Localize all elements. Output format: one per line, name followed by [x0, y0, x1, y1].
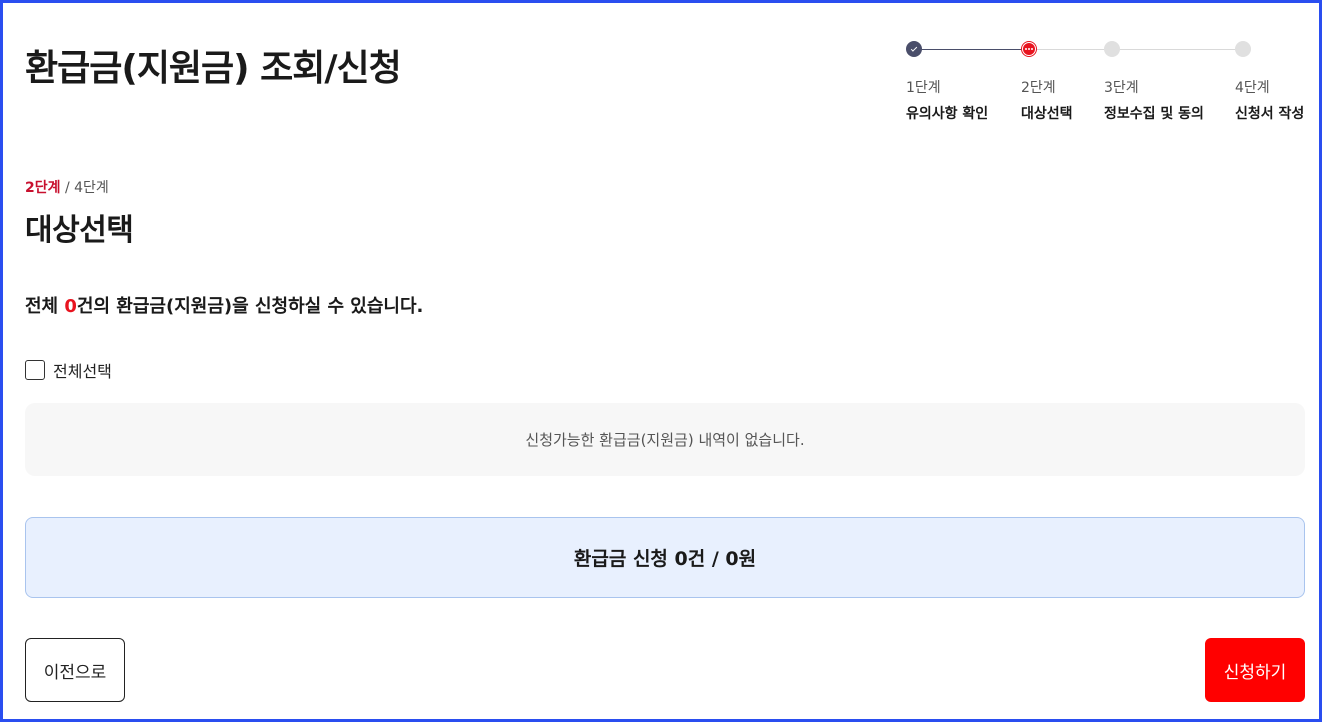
- eligible-count: 0: [64, 296, 77, 317]
- step-name: 신청서 작성: [1235, 106, 1305, 122]
- previous-button[interactable]: 이전으로: [25, 638, 125, 702]
- step-name: 대상선택: [1021, 106, 1073, 122]
- section-title: 대상선택: [25, 213, 134, 248]
- page-frame: 환급금(지원금) 조회/신청 1단계 2단계 3단계 4단계 유의사항 확인 대…: [0, 0, 1322, 722]
- step-current-icon: [1021, 41, 1037, 57]
- select-all-label: 전체선택: [53, 362, 112, 381]
- page-title: 환급금(지원금) 조회/신청: [25, 48, 402, 89]
- step-name: 유의사항 확인: [906, 106, 989, 122]
- summary-suffix: 건의 환급금(지원금)을 신청하실 수 있습니다.: [76, 296, 424, 317]
- eligibility-summary: 전체 0건의 환급금(지원금)을 신청하실 수 있습니다.: [25, 292, 423, 318]
- select-all-checkbox[interactable]: [25, 360, 45, 380]
- summary-prefix: 전체: [25, 296, 65, 317]
- step-connector-3: [1112, 49, 1243, 50]
- step-name: 정보수집 및 동의: [1104, 106, 1204, 122]
- step-pending-icon: [1235, 41, 1251, 57]
- select-all[interactable]: 전체선택: [25, 358, 112, 382]
- step-pending-icon: [1104, 41, 1120, 57]
- apply-button[interactable]: 신청하기: [1205, 638, 1305, 702]
- step-number: 3단계: [1104, 80, 1139, 96]
- current-step: 2단계: [25, 180, 61, 196]
- step-connector-1: [914, 49, 1028, 50]
- step-number: 4단계: [1235, 80, 1270, 96]
- empty-list-message: 신청가능한 환급금(지원금) 내역이 없습니다.: [25, 403, 1305, 476]
- step-number: 1단계: [906, 80, 941, 96]
- step-number: 2단계: [1021, 80, 1056, 96]
- total-steps: / 4단계: [64, 180, 109, 196]
- step-done-check-icon: [906, 41, 922, 57]
- step-indicator: 2단계 / 4단계: [25, 177, 109, 197]
- step-connector-2: [1030, 49, 1112, 50]
- progress-stepper: 1단계 2단계 3단계 4단계 유의사항 확인 대상선택 정보수집 및 동의 신…: [906, 41, 1306, 131]
- total-summary-box: 환급금 신청 0건 / 0원: [25, 517, 1305, 598]
